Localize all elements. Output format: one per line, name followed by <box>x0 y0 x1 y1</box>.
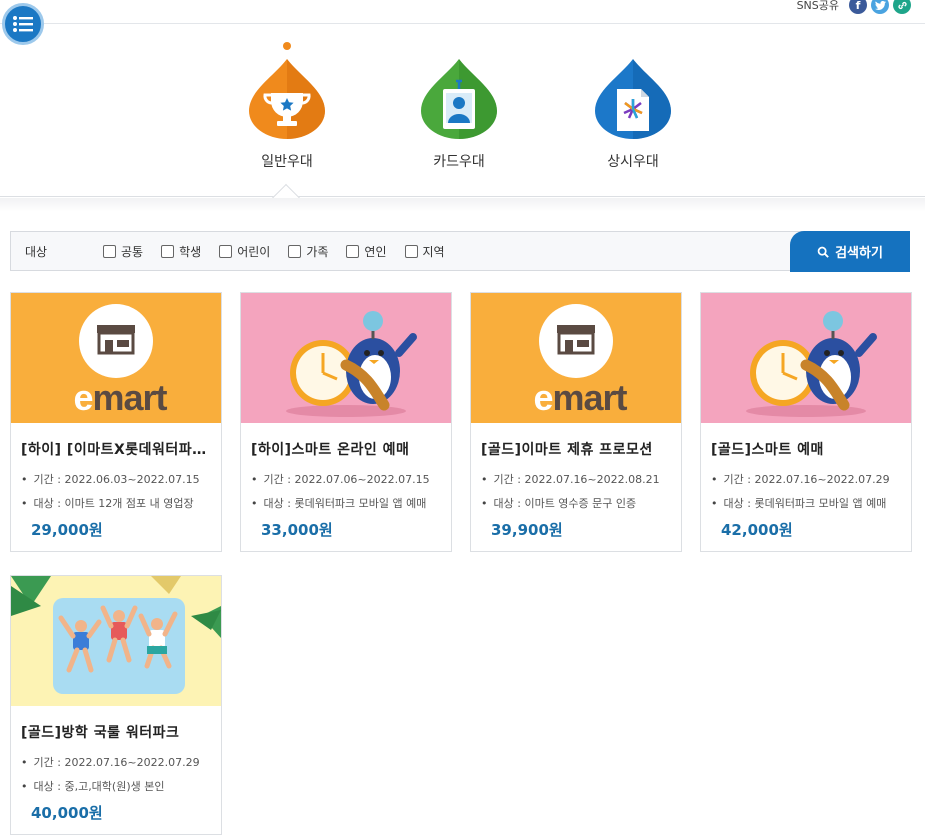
category-regular[interactable]: 상시우대 <box>578 59 688 171</box>
card-title: [골드]이마트 제휴 프로모션 <box>481 442 653 458</box>
filter-option-region[interactable]: 지역 <box>404 243 445 260</box>
card-image <box>11 576 221 706</box>
pool-swimmers-image <box>11 576 221 694</box>
document-icon <box>595 59 671 139</box>
category-panel: 일반우대 카드우대 상시우대 <box>0 25 925 213</box>
card-title: [하이]스마트 온라인 예매 <box>251 442 410 458</box>
card-period: 기간 : 2022.07.16~2022.07.29 <box>21 754 211 770</box>
filter-option-label: 공통 <box>121 245 144 259</box>
filter-option-label: 가족 <box>306 245 329 259</box>
filter-option-label: 어린이 <box>237 245 271 259</box>
card-price: 42,000원 <box>721 521 793 539</box>
filter-option-couple[interactable]: 연인 <box>346 243 387 260</box>
benefit-card[interactable]: emart [하이] [이마트X롯데워터파크] 기간 : 2022.06.03~… <box>10 292 222 552</box>
card-image <box>701 293 911 423</box>
list-menu-icon <box>13 16 33 32</box>
filter-option-child[interactable]: 어린이 <box>219 243 270 260</box>
benefit-card[interactable]: [골드]방학 국룰 워터파크 기간 : 2022.07.16~2022.07.2… <box>10 575 222 835</box>
filter-title: 대상 <box>25 245 48 259</box>
card-target: 대상 : 롯데워터파크 모바일 앱 예매 <box>251 495 441 511</box>
link-icon[interactable] <box>893 0 911 14</box>
benefit-card[interactable]: [골드]스마트 예매 기간 : 2022.07.16~2022.07.29 대상… <box>700 292 912 552</box>
search-button[interactable]: 검색하기 <box>790 231 910 272</box>
category-card[interactable]: 카드우대 <box>404 59 514 171</box>
penguin-mascot-image <box>746 311 877 417</box>
card-target: 대상 : 이마트 영수증 문구 인증 <box>481 495 671 511</box>
card-image: emart <box>471 293 681 423</box>
category-label: 일반우대 <box>261 154 313 170</box>
filter-option-label: 학생 <box>179 245 202 259</box>
filter-option-label: 연인 <box>364 245 387 259</box>
checkbox[interactable] <box>103 245 116 258</box>
checkbox[interactable] <box>346 245 360 258</box>
divider-band <box>0 198 925 212</box>
emart-logo-text: mart <box>92 377 168 418</box>
selected-indicator <box>283 42 291 50</box>
emart-logo-text: mart <box>552 377 628 418</box>
card-title: [하이] [이마트X롯데워터파크] <box>21 442 211 458</box>
filter-option-label: 지역 <box>422 245 445 259</box>
menu-button[interactable] <box>2 3 44 45</box>
filter-bar: 대상 공통 학생 어린이 가족 연인 지역 검색하기 <box>10 231 910 272</box>
filter-option-student[interactable]: 학생 <box>161 243 201 260</box>
card-title: [골드]스마트 예매 <box>711 442 824 458</box>
trophy-icon <box>249 59 325 139</box>
checkbox[interactable] <box>404 245 418 258</box>
filter-options: 공통 학생 어린이 가족 연인 지역 <box>103 243 463 260</box>
filter-option-family[interactable]: 가족 <box>288 243 328 260</box>
category-label: 상시우대 <box>607 154 659 170</box>
search-icon <box>817 246 829 258</box>
card-image: emart <box>11 293 221 423</box>
card-target: 대상 : 중,고,대학(원)생 본인 <box>21 778 211 794</box>
card-period: 기간 : 2022.07.16~2022.07.29 <box>711 471 901 487</box>
card-period: 기간 : 2022.07.06~2022.07.15 <box>251 471 441 487</box>
sns-share: SNS공유 f <box>797 0 911 14</box>
card-price: 39,900원 <box>491 521 563 539</box>
card-image <box>241 293 451 423</box>
card-target: 대상 : 롯데워터파크 모바일 앱 예매 <box>711 495 901 511</box>
top-bar: SNS공유 f <box>0 0 925 24</box>
filter-option-common[interactable]: 공통 <box>103 243 143 260</box>
checkbox[interactable] <box>161 245 175 258</box>
penguin-mascot-image <box>286 311 417 417</box>
id-card-icon <box>421 59 497 139</box>
twitter-icon[interactable] <box>871 0 889 14</box>
checkbox[interactable] <box>288 245 302 258</box>
card-price: 40,000원 <box>31 804 103 822</box>
card-target: 대상 : 이마트 12개 점포 내 영업장 <box>21 495 211 511</box>
card-period: 기간 : 2022.06.03~2022.07.15 <box>21 471 211 487</box>
category-label: 카드우대 <box>433 154 485 170</box>
card-price: 29,000원 <box>31 521 103 539</box>
search-button-label: 검색하기 <box>835 246 883 261</box>
benefit-card[interactable]: [하이]스마트 온라인 예매 기간 : 2022.07.06~2022.07.1… <box>240 292 452 552</box>
checkbox[interactable] <box>219 245 233 258</box>
facebook-icon[interactable]: f <box>849 0 867 14</box>
card-title: [골드]방학 국룰 워터파크 <box>21 725 180 741</box>
benefit-card[interactable]: emart [골드]이마트 제휴 프로모션 기간 : 2022.07.16~20… <box>470 292 682 552</box>
sns-share-label: SNS공유 <box>796 0 839 12</box>
category-general[interactable]: 일반우대 <box>232 42 342 171</box>
card-price: 33,000원 <box>261 521 333 539</box>
card-period: 기간 : 2022.07.16~2022.08.21 <box>481 471 671 487</box>
